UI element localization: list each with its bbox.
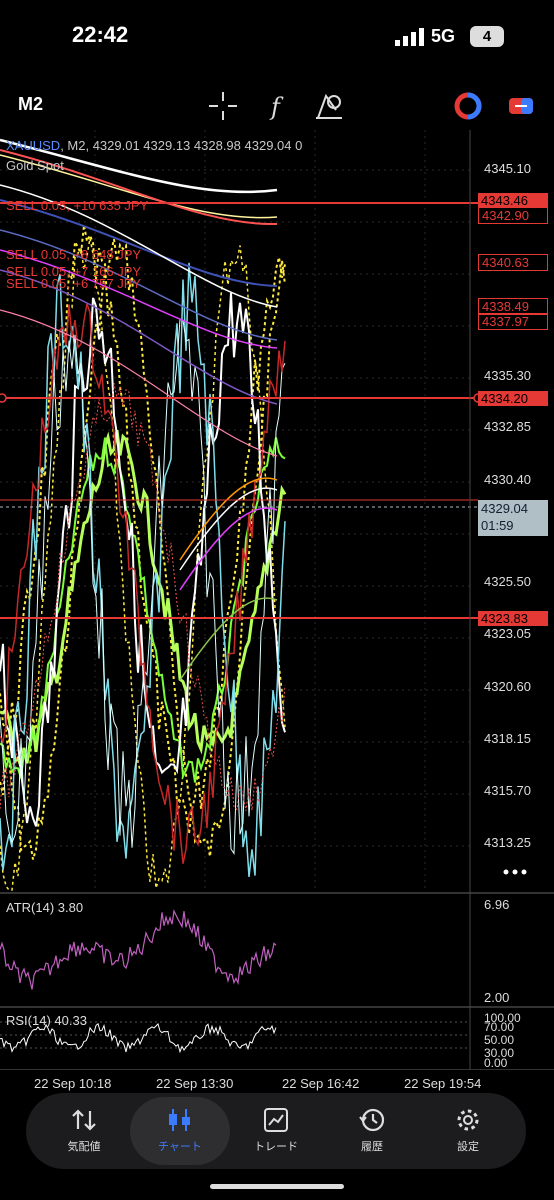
one-click-trading-icon[interactable]	[450, 88, 486, 124]
sell-price-tag: 4334.20	[478, 391, 548, 406]
position-price-tag: 4342.90	[478, 207, 548, 224]
nav-label: 設定	[457, 1141, 479, 1153]
trade-chart-icon	[264, 1108, 288, 1132]
nav-label: 履歴	[361, 1141, 383, 1153]
atr-axis-min: 2.00	[484, 990, 510, 1005]
ohlc-info: , M2, 4329.01 4329.13 4328.98 4329.04 0	[60, 138, 303, 153]
nav-label: 気配値	[67, 1141, 101, 1153]
svg-text:f: f	[269, 93, 284, 121]
crosshair-icon[interactable]	[205, 88, 241, 124]
more-options-icon[interactable]	[500, 862, 530, 882]
price-axis-label: 4318.15	[484, 731, 531, 746]
current-price-tag: 4329.04 01:59	[478, 500, 548, 536]
time-axis-label: 22 Sep 13:30	[156, 1076, 234, 1091]
atr-line	[0, 908, 277, 990]
time-axis-label: 22 Sep 16:42	[282, 1076, 360, 1091]
atr-label: ATR(14) 3.80	[6, 900, 84, 915]
nav-label: チャート	[158, 1141, 202, 1153]
price-series-line	[0, 318, 286, 855]
rsi-level: 50.00	[484, 1033, 515, 1047]
drawing-objects-icon[interactable]	[312, 88, 348, 124]
sell-price-tag: 4323.83	[478, 611, 548, 626]
position-price-tag: 4337.97	[478, 313, 548, 330]
price-axis-label: 4345.10	[484, 161, 531, 176]
status-time: 22:42	[72, 22, 129, 47]
nav-settings[interactable]: 設定	[418, 1097, 518, 1165]
atr-axis-max: 6.96	[484, 897, 510, 912]
candlestick-icon	[169, 1109, 190, 1131]
indicator-function-icon[interactable]: f	[260, 88, 296, 124]
current-price: 4329.04	[481, 501, 528, 516]
position-label[interactable]: SELL 0.05, +10 635 JPY	[6, 198, 148, 213]
price-axis-label: 4325.50	[484, 574, 531, 589]
position-price-tag: 4340.63	[478, 254, 548, 271]
price-axis-label: 4330.40	[484, 472, 531, 487]
price-axis-label: 4320.60	[484, 679, 531, 694]
nav-trade[interactable]: トレード	[226, 1097, 326, 1165]
battery-icon: 4	[470, 26, 504, 47]
time-axis-label: 22 Sep 10:18	[34, 1076, 112, 1091]
price-axis-label: 4315.70	[484, 783, 531, 798]
nav-quotes[interactable]: 気配値	[34, 1097, 134, 1165]
chart-symbol-line: XAUUSD, M2, 4329.01 4329.13 4328.98 4329…	[6, 138, 302, 153]
rsi-level: 70.00	[484, 1020, 515, 1034]
rsi-label: RSI(14) 40.33	[6, 1013, 87, 1028]
time-axis-label: 22 Sep 19:54	[404, 1076, 482, 1091]
chart-toolbar: M2 f	[0, 80, 554, 130]
trade-toggle-icon[interactable]	[503, 88, 539, 124]
price-series-line	[0, 383, 286, 811]
bottom-nav: 気配値 チャート トレード 履歴 設定	[26, 1093, 526, 1169]
network-type: 5G	[431, 26, 456, 46]
level-handle	[0, 393, 7, 403]
position-label[interactable]: SELL 0.05, +6 757 JPY	[6, 276, 141, 291]
quotes-arrows-icon	[72, 1109, 96, 1131]
history-clock-icon	[359, 1108, 385, 1132]
price-axis-label: 4323.05	[484, 626, 531, 641]
nav-label: トレード	[254, 1141, 298, 1153]
nav-chart[interactable]: チャート	[130, 1097, 230, 1165]
symbol-description: Gold Spot	[6, 158, 64, 173]
nav-history[interactable]: 履歴	[322, 1097, 422, 1165]
bar-countdown: 01:59	[481, 518, 514, 533]
home-indicator	[210, 1184, 344, 1189]
status-bar: 22:42 5G 4	[0, 0, 554, 76]
price-axis-label: 4332.85	[484, 419, 531, 434]
sell-price-tag: 4343.46	[478, 193, 548, 208]
position-label[interactable]: SELL 0.05, +8 648 JPY	[6, 247, 141, 262]
price-axis-label: 4335.30	[484, 368, 531, 383]
rsi-level: 0.00	[484, 1056, 508, 1070]
symbol-name[interactable]: XAUUSD	[6, 138, 60, 153]
price-axis-label: 4313.25	[484, 835, 531, 850]
timeframe-button[interactable]: M2	[18, 94, 43, 115]
gear-icon	[457, 1109, 479, 1131]
signal-bars-icon	[395, 28, 424, 46]
